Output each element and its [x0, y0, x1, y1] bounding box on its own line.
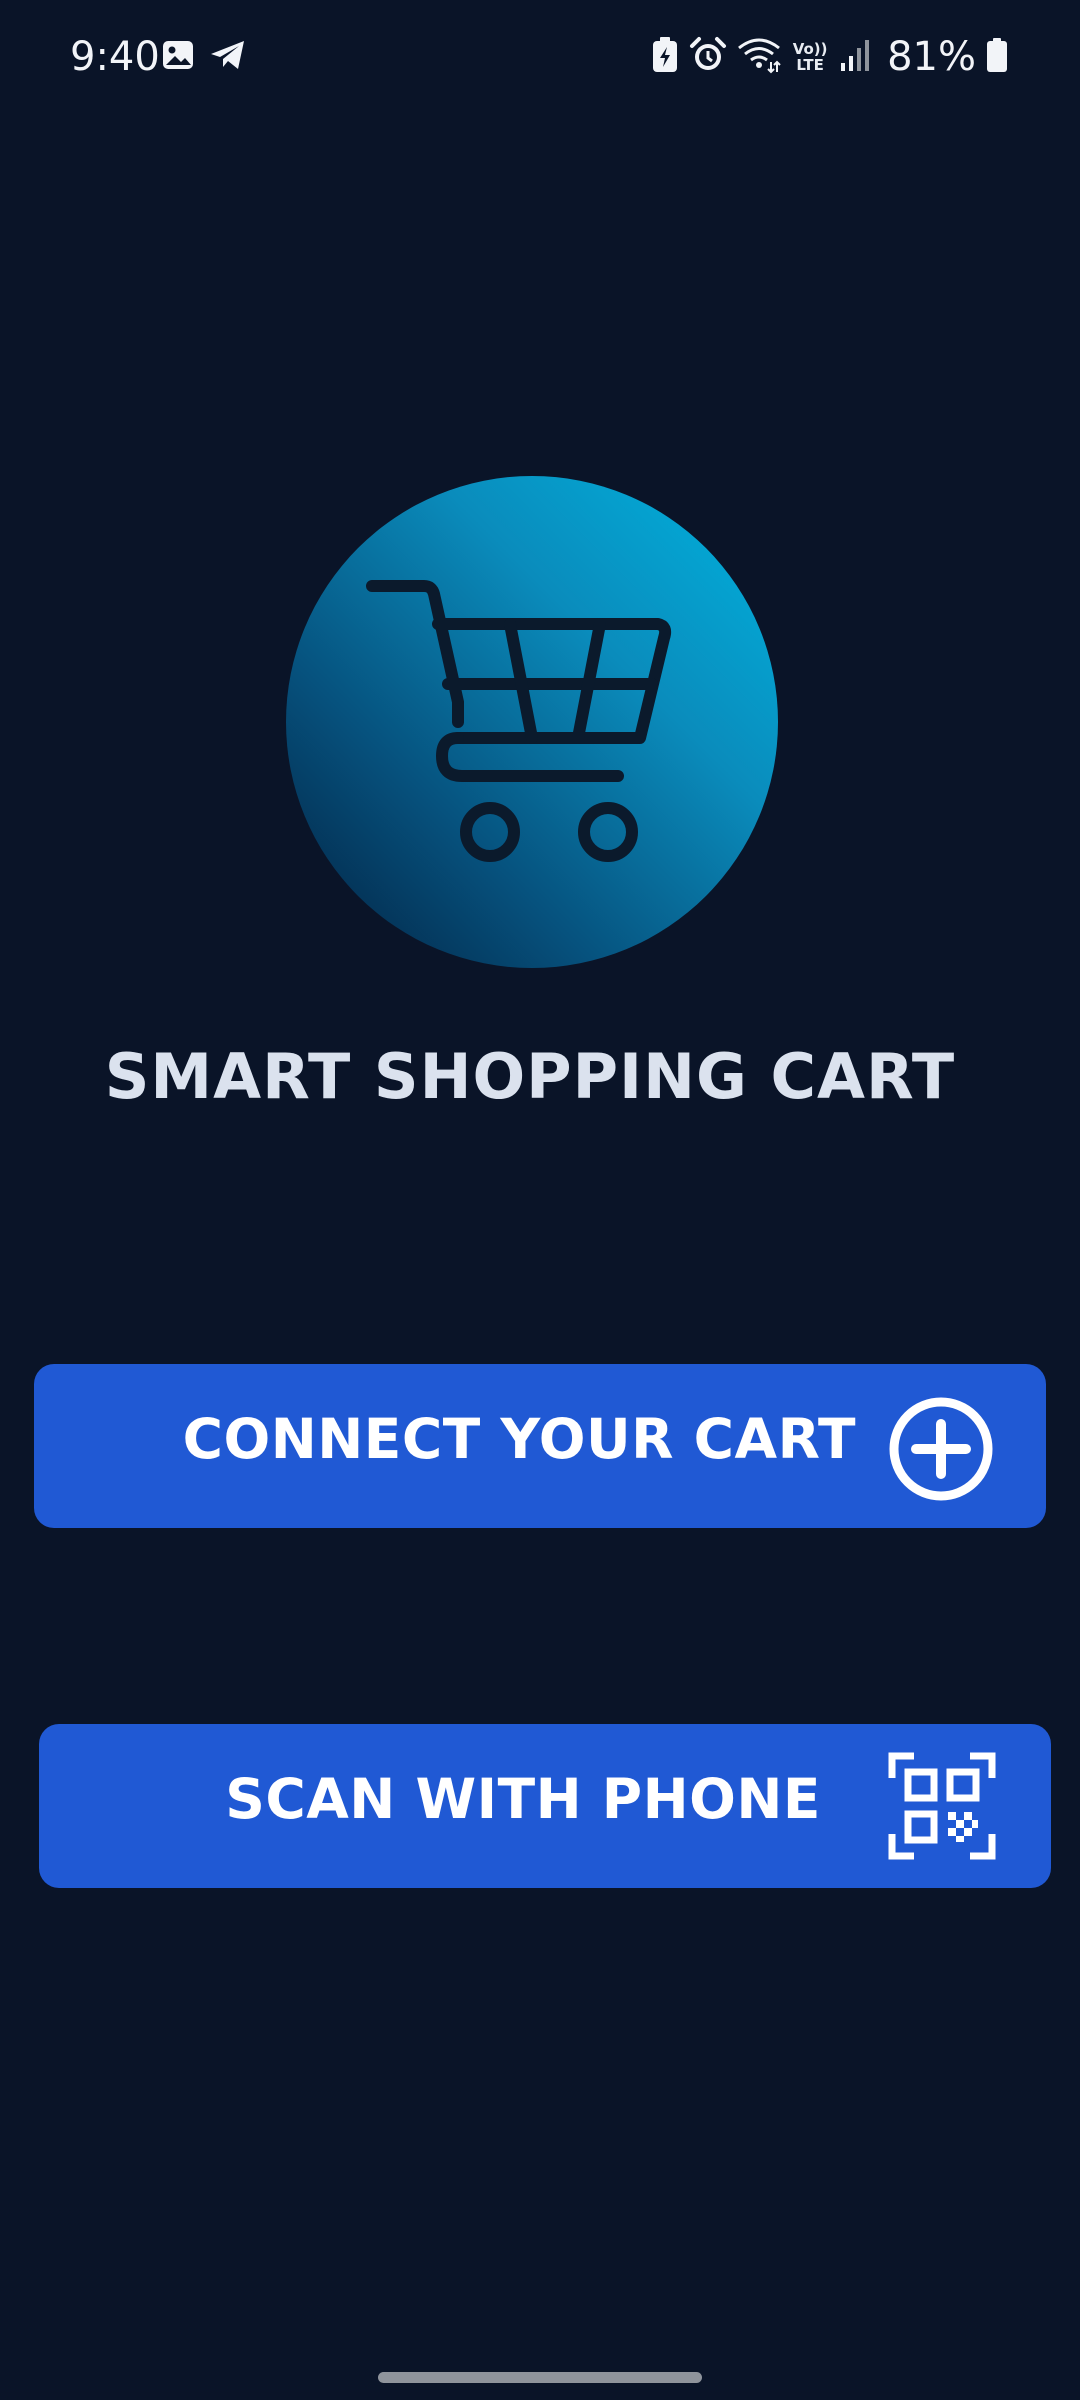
image-notification-icon	[161, 38, 195, 76]
app-logo	[286, 476, 778, 968]
shopping-cart-icon	[366, 580, 672, 862]
connect-cart-button[interactable]: CONNECT YOUR CART	[34, 1364, 1046, 1528]
gesture-nav-handle[interactable]	[378, 2372, 702, 2383]
scan-with-phone-button[interactable]: SCAN WITH PHONE	[39, 1724, 1051, 1888]
status-right-icons: Vo)) LTE 81%	[651, 34, 1008, 80]
battery-icon	[986, 37, 1008, 77]
status-left-icons	[161, 38, 247, 76]
connect-cart-label: CONNECT YOUR CART	[182, 1407, 856, 1471]
alarm-icon	[689, 36, 727, 78]
battery-percent: 81%	[887, 34, 976, 80]
cellular-signal-icon	[839, 37, 871, 77]
app-title: SMART SHOPPING CART	[104, 1040, 956, 1113]
battery-saver-icon	[651, 36, 679, 78]
add-circle-icon	[889, 1397, 993, 1501]
wifi-icon	[737, 36, 781, 78]
telegram-icon	[209, 38, 247, 76]
status-bar: 9:40 Vo)) LTE 81%	[0, 0, 1080, 118]
scan-with-phone-label: SCAN WITH PHONE	[225, 1767, 821, 1831]
qr-code-icon	[888, 1752, 996, 1860]
volte-icon: Vo)) LTE	[792, 40, 828, 74]
status-time: 9:40	[70, 34, 160, 80]
